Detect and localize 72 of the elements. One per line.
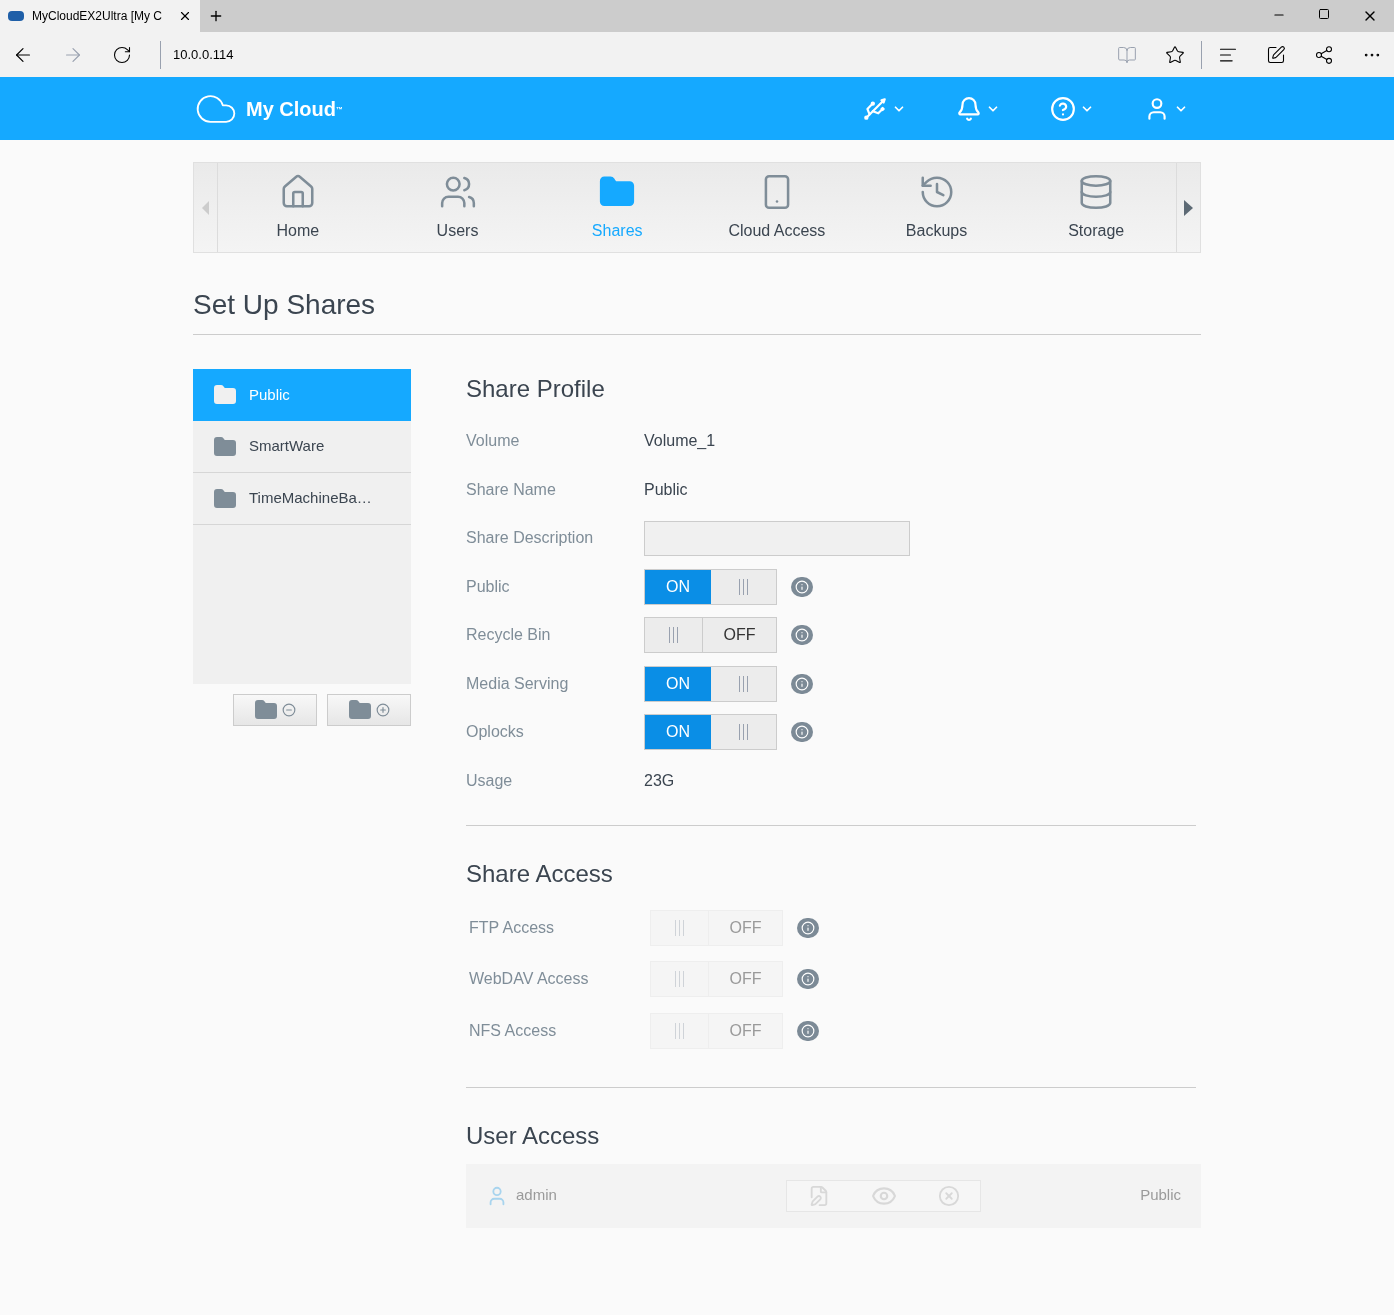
header-menu-button[interactable] bbox=[956, 95, 1000, 122]
info-icon[interactable] bbox=[791, 576, 813, 597]
folder-icon bbox=[348, 698, 372, 722]
nav-tab[interactable]: Storage bbox=[1016, 163, 1177, 252]
grip-icon bbox=[675, 971, 684, 988]
grip-icon bbox=[739, 724, 748, 741]
nav-tab[interactable]: Home bbox=[218, 163, 378, 252]
field-value: 23G bbox=[644, 770, 675, 791]
folder-icon bbox=[213, 486, 237, 511]
logo-text: My Cloud$^{™}$ bbox=[246, 96, 343, 122]
grip-icon bbox=[675, 1022, 684, 1039]
field-label: Volume bbox=[466, 431, 521, 452]
toggle-switch[interactable]: OFF bbox=[644, 617, 777, 654]
maximize-icon[interactable] bbox=[1318, 8, 1330, 20]
grip-icon bbox=[675, 919, 684, 936]
grip-icon bbox=[739, 675, 748, 692]
add-share-button[interactable] bbox=[327, 694, 411, 726]
share-item[interactable]: TimeMachineBa… bbox=[193, 473, 411, 525]
close-icon[interactable] bbox=[178, 9, 192, 23]
remove-share-button[interactable] bbox=[233, 694, 317, 726]
address-field[interactable]: 10.0.0.114 bbox=[173, 44, 234, 65]
header-menu-button[interactable] bbox=[862, 95, 906, 122]
nav-tab[interactable]: Cloud Access bbox=[697, 163, 857, 252]
section-title: Share Access bbox=[466, 859, 614, 889]
field-label: Recycle Bin bbox=[466, 625, 552, 646]
share-icon[interactable] bbox=[1314, 44, 1334, 65]
info-icon[interactable] bbox=[791, 625, 813, 646]
browser-tab[interactable]: MyCloudEX2Ultra [My C bbox=[0, 0, 200, 32]
info-icon[interactable] bbox=[797, 969, 819, 990]
header-menu-button[interactable] bbox=[1050, 95, 1094, 122]
section-title: User Access bbox=[466, 1120, 601, 1151]
section-title: Share Profile bbox=[466, 374, 606, 404]
field-label: Media Serving bbox=[466, 673, 570, 694]
scroll-right-icon[interactable] bbox=[1184, 199, 1193, 216]
field-label: NFS Access bbox=[469, 1020, 558, 1041]
tab-title: MyCloudEX2Ultra [My C bbox=[32, 8, 164, 25]
page-title: Set Up Shares bbox=[193, 284, 1201, 335]
field-label: Share Description bbox=[466, 528, 595, 549]
help-icon bbox=[1050, 95, 1076, 122]
field-value: Volume_1 bbox=[644, 431, 716, 452]
folder-icon bbox=[254, 698, 278, 722]
grip-icon bbox=[669, 627, 678, 644]
info-icon[interactable] bbox=[791, 722, 813, 743]
field-label: WebDAV Access bbox=[469, 969, 590, 990]
field-label: Public bbox=[466, 576, 511, 597]
site-favicon bbox=[8, 11, 24, 21]
minus-icon bbox=[282, 703, 296, 717]
plus-icon bbox=[376, 703, 390, 717]
description-input[interactable] bbox=[644, 520, 910, 556]
reading-view-icon[interactable] bbox=[1117, 44, 1137, 65]
folder-icon bbox=[213, 434, 237, 459]
user-name: admin bbox=[516, 1185, 558, 1206]
nav-tab[interactable]: Users bbox=[377, 163, 538, 252]
info-icon[interactable] bbox=[791, 673, 813, 694]
field-label: Oplocks bbox=[466, 722, 525, 743]
refresh-icon[interactable] bbox=[112, 44, 132, 65]
new-tab-icon[interactable] bbox=[208, 8, 224, 24]
field-value: Public bbox=[644, 479, 688, 500]
field-label: Share Name bbox=[466, 479, 557, 500]
info-icon[interactable] bbox=[797, 917, 819, 938]
field-label: Usage bbox=[466, 770, 514, 791]
field-label: FTP Access bbox=[469, 917, 556, 938]
bell-icon bbox=[956, 95, 982, 122]
favorite-icon[interactable] bbox=[1165, 44, 1185, 65]
nav-tab[interactable]: Backups bbox=[856, 163, 1017, 252]
info-icon[interactable] bbox=[797, 1020, 819, 1041]
folder-icon bbox=[213, 383, 237, 407]
permission-text: Public bbox=[1140, 1185, 1181, 1206]
usb-icon bbox=[862, 95, 888, 122]
grip-icon bbox=[739, 578, 748, 595]
note-icon[interactable] bbox=[1266, 44, 1286, 65]
share-item[interactable]: SmartWare bbox=[193, 421, 411, 473]
